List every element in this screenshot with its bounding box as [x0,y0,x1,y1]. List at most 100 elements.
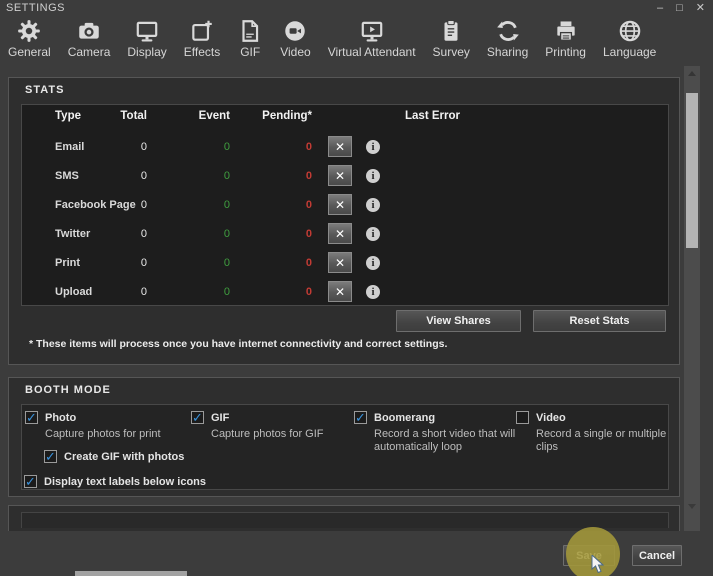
tab-survey[interactable]: Survey [433,18,470,59]
tab-label: Language [603,45,656,59]
tab-label: Effects [184,45,220,59]
row-event: 0 [180,286,230,298]
minimize-icon[interactable]: – [657,2,663,15]
create-gif-with-photos-option: ✓ Create GIF with photos [44,450,184,463]
video-icon [282,18,308,44]
tab-virtual-attendant[interactable]: Virtual Attendant [328,18,416,59]
partial-section-content [21,512,669,528]
scroll-up-arrow-icon[interactable] [688,71,696,76]
info-icon[interactable]: i [366,227,380,241]
printer-icon [553,18,579,44]
tab-label: Display [127,45,166,59]
row-pending: 0 [250,199,312,211]
tab-label: Printing [545,45,586,59]
option-label: Photo [45,412,76,424]
tab-display[interactable]: Display [127,18,166,59]
booth-option-photo: ✓ Photo Capture photos for print [25,411,195,441]
tab-label: General [8,45,51,59]
gif-document-icon [237,18,263,44]
background-window-edge [75,571,187,576]
tab-effects[interactable]: Effects [184,18,220,59]
footer-bar: Save Cancel [0,531,713,576]
tab-gif[interactable]: GIF [237,18,263,59]
video-checkbox[interactable] [516,411,529,424]
row-total: 0 [110,228,147,240]
window-controls: – □ ✕ [657,2,705,15]
globe-icon [617,18,643,44]
row-event: 0 [180,199,230,211]
column-header-type: Type [55,110,81,122]
scrollbar-thumb[interactable] [686,93,698,248]
clear-row-button[interactable]: ✕ [328,136,352,157]
vertical-scrollbar[interactable] [684,66,700,532]
row-total: 0 [110,141,147,153]
row-type: Twitter [55,228,90,240]
row-event: 0 [180,257,230,269]
info-icon[interactable]: i [366,140,380,154]
row-total: 0 [110,257,147,269]
option-description: Capture photos for print [45,428,195,441]
row-event: 0 [180,170,230,182]
row-type: Upload [55,286,92,298]
camera-icon [76,18,102,44]
tab-label: Video [280,45,310,59]
create-gif-checkbox[interactable]: ✓ [44,450,57,463]
tab-printing[interactable]: Printing [545,18,586,59]
row-total: 0 [110,286,147,298]
monitor-icon [134,18,160,44]
row-pending: 0 [250,257,312,269]
option-description: Capture photos for GIF [211,428,361,441]
row-pending: 0 [250,228,312,240]
title-bar: SETTINGS – □ ✕ [0,0,713,17]
tab-language[interactable]: Language [603,18,656,59]
option-label: Boomerang [374,412,435,424]
scroll-down-arrow-icon[interactable] [688,504,696,509]
virtual-attendant-icon [359,18,385,44]
row-event: 0 [180,141,230,153]
cancel-button[interactable]: Cancel [632,545,682,566]
info-icon[interactable]: i [366,256,380,270]
tab-camera[interactable]: Camera [68,18,111,59]
row-type: Print [55,257,80,269]
table-row-upload: Upload 0 0 0 ✕ i [22,277,670,306]
tab-general[interactable]: General [8,18,51,59]
clear-row-button[interactable]: ✕ [328,194,352,215]
close-icon[interactable]: ✕ [696,2,705,15]
settings-toolbar: General Camera Display Effects GIF Video… [8,18,656,59]
photo-checkbox[interactable]: ✓ [25,411,38,424]
booth-mode-section-title: BOOTH MODE [25,384,111,396]
display-labels-checkbox[interactable]: ✓ [24,475,37,488]
info-icon[interactable]: i [366,198,380,212]
row-type: Email [55,141,84,153]
tab-label: Virtual Attendant [328,45,416,59]
save-button[interactable]: Save [563,545,615,566]
boomerang-checkbox[interactable]: ✓ [354,411,367,424]
clear-row-button[interactable]: ✕ [328,281,352,302]
option-label: Video [536,412,566,424]
clear-row-button[interactable]: ✕ [328,223,352,244]
clear-row-button[interactable]: ✕ [328,252,352,273]
table-row-email: Email 0 0 0 ✕ i [22,132,670,161]
row-pending: 0 [250,170,312,182]
option-description: Record a single or multiple clips [536,428,676,454]
booth-mode-section: BOOTH MODE ✓ Photo Capture photos for pr… [8,377,680,497]
column-header-total: Total [110,110,147,122]
info-icon[interactable]: i [366,169,380,183]
clear-row-button[interactable]: ✕ [328,165,352,186]
option-label: Create GIF with photos [64,451,184,463]
gear-icon [16,18,42,44]
info-icon[interactable]: i [366,285,380,299]
row-event: 0 [180,228,230,240]
stats-footnote: * These items will process once you have… [29,338,447,350]
view-shares-button[interactable]: View Shares [396,310,521,332]
gif-checkbox[interactable]: ✓ [191,411,204,424]
table-row-facebook-page: Facebook Page 0 0 0 ✕ i [22,190,670,219]
table-row-twitter: Twitter 0 0 0 ✕ i [22,219,670,248]
booth-mode-options: ✓ Photo Capture photos for print ✓ GIF C… [21,404,669,490]
reset-stats-button[interactable]: Reset Stats [533,310,666,332]
tab-sharing[interactable]: Sharing [487,18,528,59]
booth-option-boomerang: ✓ Boomerang Record a short video that wi… [354,411,524,454]
tab-video[interactable]: Video [280,18,310,59]
maximize-icon[interactable]: □ [676,2,683,15]
booth-option-gif: ✓ GIF Capture photos for GIF [191,411,361,441]
